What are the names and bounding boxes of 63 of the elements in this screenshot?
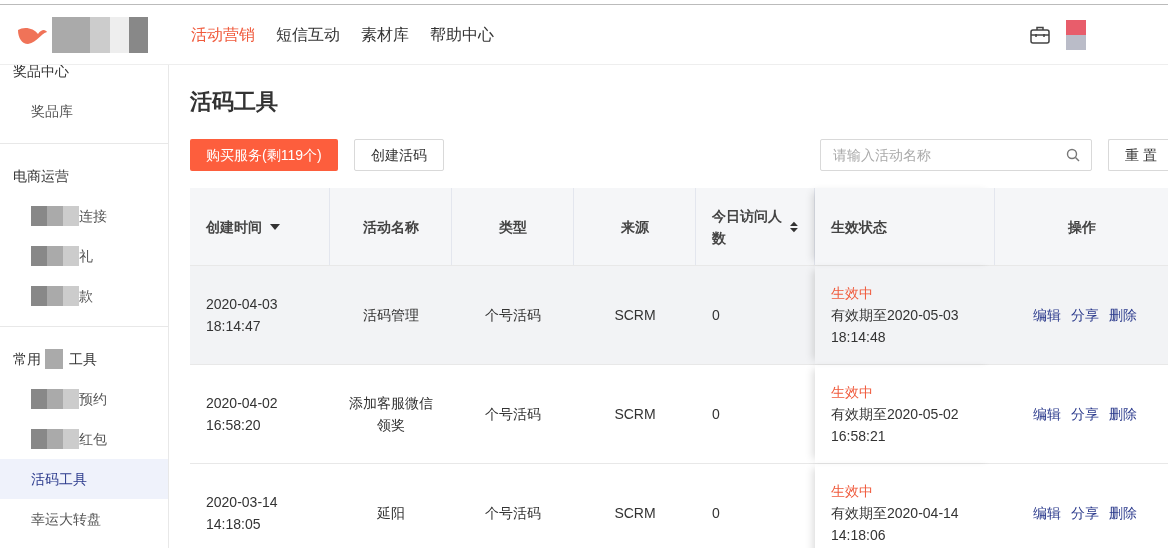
table-cell-text: 0 <box>712 503 720 523</box>
sidebar-item[interactable]: 幸运大转盘 <box>0 499 168 539</box>
table-cell-text: SCRM <box>614 305 656 325</box>
column-header: 来源 <box>620 217 649 237</box>
sidebar-item[interactable]: 活码工具 <box>0 459 168 499</box>
validity-text: 有效期至2020-05-03 18:14:48 <box>831 306 959 347</box>
column-header: 生效状态 <box>831 217 887 237</box>
validity-text: 有效期至2020-05-02 16:58:21 <box>831 405 959 446</box>
sort-icon[interactable] <box>790 220 798 233</box>
avatar-icon[interactable] <box>1066 19 1086 50</box>
action-link[interactable]: 删除 <box>1109 403 1137 425</box>
sidebar-item[interactable]: 连接 <box>0 196 168 236</box>
nav-tab[interactable]: 帮助中心 <box>430 22 494 47</box>
search-icon[interactable] <box>1066 148 1080 162</box>
validity-text: 有效期至2020-04-14 14:18:06 <box>831 504 959 545</box>
sidebar-item[interactable]: 礼 <box>0 236 168 276</box>
sidebar-item[interactable]: 预约 <box>0 379 168 419</box>
action-link[interactable]: 编辑 <box>1033 502 1061 524</box>
nav-tab[interactable]: 短信互动 <box>276 22 340 47</box>
sidebar-group-title: 电商运营 <box>13 166 69 186</box>
sort-down-icon[interactable] <box>270 223 280 230</box>
reset-button[interactable]: 重 置 <box>1108 139 1168 171</box>
table-cell-text: 2020-03-14 14:18:05 <box>206 493 278 534</box>
sidebar-item[interactable]: 红包 <box>0 419 168 459</box>
table-cell-text: 0 <box>712 305 720 325</box>
action-link[interactable]: 编辑 <box>1033 304 1061 326</box>
table-cell-text: SCRM <box>614 404 656 424</box>
action-link[interactable]: 分享 <box>1071 502 1099 524</box>
action-link[interactable]: 分享 <box>1071 304 1099 326</box>
status-text: 生效中 <box>831 482 873 501</box>
redacted-block <box>45 349 63 369</box>
action-link[interactable]: 删除 <box>1109 502 1137 524</box>
table-cell-text: 个号活码 <box>485 305 541 325</box>
column-header: 今日访问人数 <box>712 206 783 248</box>
page-title: 活码工具 <box>190 88 279 116</box>
sidebar-item[interactable]: 奖品库 <box>0 91 168 131</box>
nav-tab[interactable]: 素材库 <box>361 22 409 47</box>
table-cell-text: 个号活码 <box>485 503 541 523</box>
table-row[interactable]: 2020-04-03 18:14:47 活码管理 个号活码 SCRM 0 生效中 有效期至2020-05-03 18:14:48 编辑 分享 删除 <box>190 266 1168 365</box>
table-cell-text: 2020-04-02 16:58:20 <box>206 394 278 435</box>
briefcase-icon[interactable] <box>1030 25 1050 44</box>
table-row[interactable]: 2020-04-02 16:58:20 添加客服微信领奖 个号活码 SCRM 0 生效中 有效期至2020-05-02 16:58:21 编辑 分享 删除 <box>190 365 1168 464</box>
column-header: 操作 <box>1068 217 1096 237</box>
search-field[interactable]: 请输入活动名称 <box>820 139 1092 171</box>
action-link[interactable]: 编辑 <box>1033 403 1061 425</box>
status-text: 生效中 <box>831 383 873 402</box>
table-cell-text: 2020-04-03 18:14:47 <box>206 295 278 336</box>
sidebar-group-title: 工具 <box>69 349 97 369</box>
table-cell-text: 个号活码 <box>485 404 541 424</box>
table-cell-text: 0 <box>712 404 720 424</box>
table-cell-text: 添加客服微信领奖 <box>348 394 434 435</box>
table-cell-text: 活码管理 <box>363 306 419 325</box>
action-link[interactable]: 删除 <box>1109 304 1137 326</box>
column-header: 活动名称 <box>362 217 419 237</box>
create-button[interactable]: 创建活码 <box>353 139 444 171</box>
status-text: 生效中 <box>831 284 873 303</box>
action-link[interactable]: 分享 <box>1071 403 1099 425</box>
column-header: 创建时间 <box>206 217 262 237</box>
sidebar-group-title: 常用 <box>13 349 41 369</box>
column-header: 类型 <box>498 217 527 237</box>
table-cell-text: SCRM <box>614 503 656 523</box>
table-cell-text: 延阳 <box>377 504 405 523</box>
sidebar-item[interactable]: 款 <box>0 276 168 316</box>
